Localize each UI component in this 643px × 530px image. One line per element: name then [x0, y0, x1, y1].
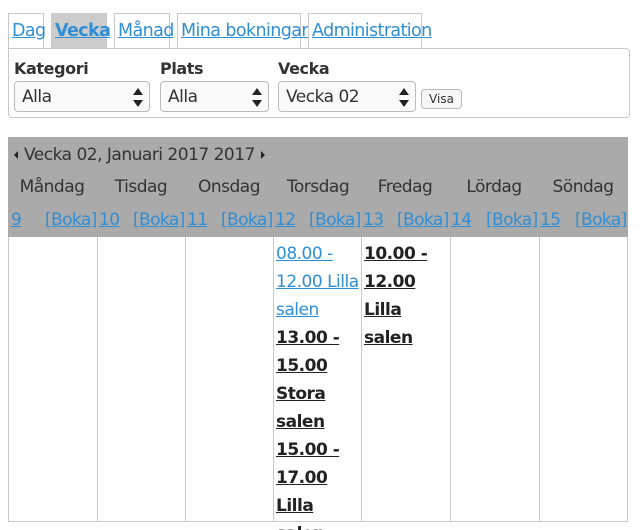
day-name-lordag: Lördag — [466, 177, 522, 197]
vecka-group: Vecka Vecka 02 — [278, 59, 416, 112]
week-title: Vecka 02, Januari 2017 2017 — [24, 145, 255, 165]
select-arrows-icon — [399, 88, 409, 107]
week-navigation: Vecka 02, Januari 2017 2017 — [14, 145, 265, 165]
previous-week-icon[interactable] — [14, 151, 18, 159]
day-name-sondag: Söndag — [552, 177, 614, 197]
day-cell-torsdag: 08.00 - 12.00 Lilla salen 13.00 - 15.00 … — [274, 237, 362, 530]
day-number-link[interactable]: 15 — [540, 210, 561, 230]
kategori-label: Kategori — [14, 59, 89, 78]
day-number-link[interactable]: 10 — [99, 210, 120, 230]
day-cell-lordag — [451, 237, 540, 522]
day-number-link[interactable]: 13 — [363, 210, 384, 230]
next-week-icon[interactable] — [260, 151, 265, 159]
day-number-link[interactable]: 9 — [11, 210, 22, 230]
vecka-value: Vecka 02 — [286, 86, 360, 107]
day-number-link[interactable]: 11 — [187, 210, 208, 230]
kategori-select[interactable]: Alla — [14, 81, 150, 112]
day-cell-tisdag — [98, 237, 186, 522]
boka-link-sondag[interactable]: [Boka] — [575, 210, 627, 230]
boka-link-onsdag[interactable]: [Boka] — [221, 210, 273, 230]
boka-link-lordag[interactable]: [Boka] — [486, 210, 538, 230]
boka-link-mandag[interactable]: [Boka] — [45, 210, 97, 230]
plats-label: Plats — [160, 59, 204, 78]
tab-vecka[interactable]: Vecka — [51, 13, 111, 48]
filter-panel: Kategori Alla Plats Alla Vecka Vecka 02 … — [8, 48, 630, 118]
view-tabs: Dag Vecka Månad Mina bokningar Administr… — [8, 13, 432, 48]
vecka-label: Vecka — [278, 59, 330, 78]
calendar-header: Vecka 02, Januari 2017 2017 Måndag Tisda… — [8, 137, 628, 237]
booking-entry[interactable]: 10.00 - 12.00 Lilla salen — [362, 240, 450, 352]
day-cell-mandag — [9, 237, 98, 522]
day-name-tisdag: Tisdag — [114, 177, 168, 197]
day-name-torsdag: Torsdag — [286, 177, 350, 197]
plats-group: Plats Alla — [160, 59, 269, 112]
booking-entry[interactable]: 15.00 - 17.00 Lilla salen — [274, 436, 361, 530]
plats-select[interactable]: Alla — [160, 81, 269, 112]
day-number-link[interactable]: 14 — [451, 210, 472, 230]
boka-link-fredag[interactable]: [Boka] — [397, 210, 449, 230]
plats-value: Alla — [168, 86, 198, 107]
kategori-value: Alla — [22, 86, 52, 107]
day-cell-sondag — [540, 237, 629, 522]
boka-link-tisdag[interactable]: [Boka] — [133, 210, 185, 230]
tab-dag[interactable]: Dag — [8, 13, 46, 48]
day-name-fredag: Fredag — [377, 177, 433, 197]
booking-entry[interactable]: 13.00 - 15.00 Stora salen — [274, 324, 361, 436]
tab-mina-bokningar[interactable]: Mina bokningar — [177, 13, 309, 48]
day-name-mandag: Måndag — [19, 177, 85, 197]
calendar-body: 08.00 - 12.00 Lilla salen 13.00 - 15.00 … — [8, 237, 629, 530]
day-number-link[interactable]: 12 — [275, 210, 296, 230]
kategori-group: Kategori Alla — [14, 59, 150, 112]
tab-manad[interactable]: Månad — [114, 13, 174, 48]
day-cell-onsdag — [186, 237, 274, 522]
tab-administration[interactable]: Administration — [308, 13, 432, 48]
booking-entry[interactable]: 08.00 - 12.00 Lilla salen — [274, 240, 361, 324]
boka-link-torsdag[interactable]: [Boka] — [309, 210, 361, 230]
select-arrows-icon — [133, 88, 143, 107]
day-cell-fredag: 10.00 - 12.00 Lilla salen — [362, 237, 451, 522]
vecka-select[interactable]: Vecka 02 — [278, 81, 416, 112]
visa-button[interactable]: Visa — [421, 89, 462, 109]
select-arrows-icon — [252, 88, 262, 107]
day-name-onsdag: Onsdag — [197, 177, 261, 197]
